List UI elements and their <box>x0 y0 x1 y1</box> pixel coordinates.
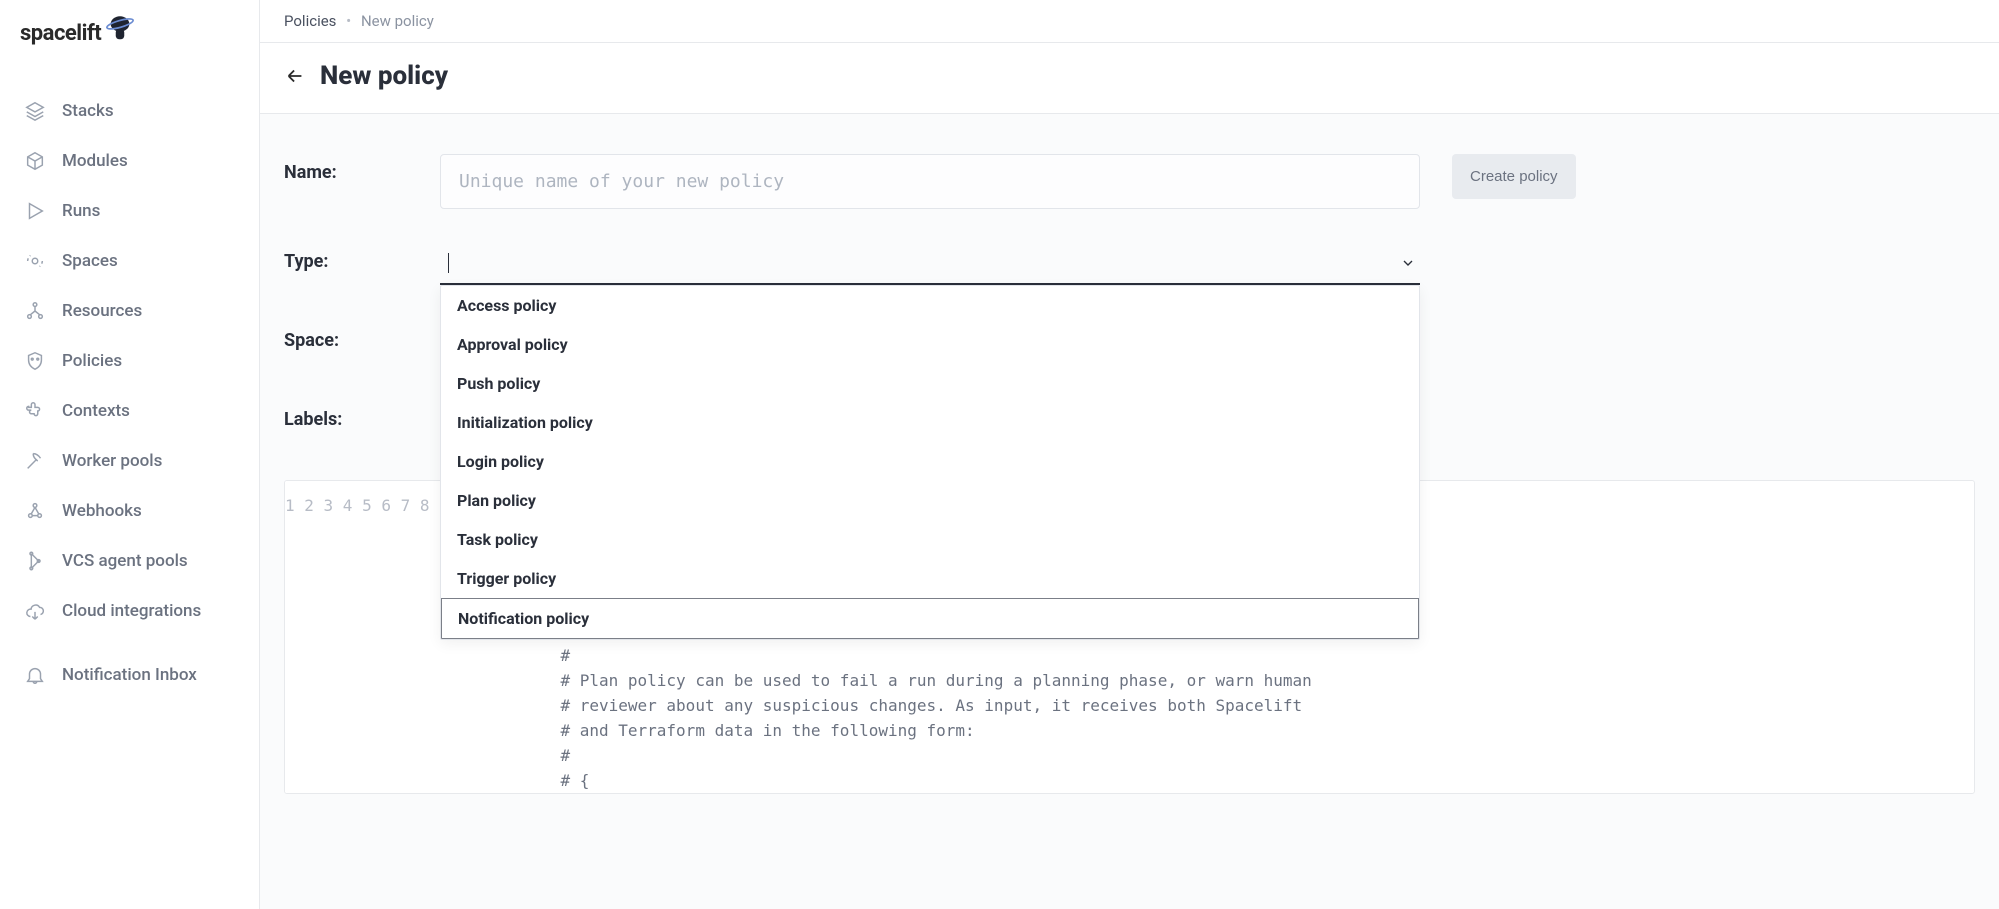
sidebar-item-label: Modules <box>62 151 128 171</box>
shield-icon <box>24 350 46 372</box>
sidebar-item-resources[interactable]: Resources <box>0 286 259 336</box>
name-input[interactable] <box>440 154 1420 209</box>
form-row-name: Name: Create policy <box>284 154 1975 209</box>
sidebar-item-label: Notification Inbox <box>62 665 197 685</box>
sidebar-item-label: VCS agent pools <box>62 551 188 571</box>
sidebar-item-label: Runs <box>62 201 100 221</box>
type-option[interactable]: Approval policy <box>441 325 1419 364</box>
sidebar-item-label: Spaces <box>62 251 118 271</box>
bell-icon <box>24 664 46 686</box>
name-label: Name: <box>284 154 440 183</box>
sidebar-item-runs[interactable]: Runs <box>0 186 259 236</box>
sidebar-item-label: Policies <box>62 351 122 371</box>
type-option[interactable]: Plan policy <box>441 481 1419 520</box>
sidebar-item-label: Worker pools <box>62 451 162 471</box>
sidebar-item-label: Cloud integrations <box>62 601 201 621</box>
sidebar-item-vcs-agent-pools[interactable]: VCS agent pools <box>0 536 259 586</box>
text-cursor <box>448 253 449 273</box>
type-option[interactable]: Task policy <box>441 520 1419 559</box>
sidebar-item-spaces[interactable]: Spaces <box>0 236 259 286</box>
space-label: Space: <box>284 322 440 351</box>
type-option[interactable]: Push policy <box>441 364 1419 403</box>
type-option[interactable]: Login policy <box>441 442 1419 481</box>
cloud-icon <box>24 600 46 622</box>
target-icon <box>24 250 46 272</box>
form-row-type: Type: Access policyApproval policyPush p… <box>284 243 1975 288</box>
logo[interactable]: spacelift <box>0 16 259 70</box>
sidebar-item-cloud-integrations[interactable]: Cloud integrations <box>0 586 259 636</box>
sidebar-item-label: Contexts <box>62 401 130 421</box>
logo-text: spacelift <box>20 21 101 46</box>
puzzle-icon <box>24 400 46 422</box>
sidebar-item-label: Webhooks <box>62 501 142 521</box>
form: Name: Create policy Type: Access policyA… <box>260 114 1999 446</box>
type-option[interactable]: Access policy <box>441 286 1419 325</box>
sidebar-item-modules[interactable]: Modules <box>0 136 259 186</box>
sidebar-item-label: Stacks <box>62 101 114 121</box>
pickaxe-icon <box>24 450 46 472</box>
layers-icon <box>24 100 46 122</box>
sidebar-item-contexts[interactable]: Contexts <box>0 386 259 436</box>
type-label: Type: <box>284 243 440 272</box>
type-select[interactable] <box>440 243 1420 285</box>
sidebar-item-label: Resources <box>62 301 142 321</box>
create-policy-button[interactable]: Create policy <box>1452 154 1576 199</box>
breadcrumb-current: New policy <box>361 12 434 30</box>
sidebar-nav: Stacks Modules Runs Spaces Resources Pol… <box>0 70 259 700</box>
sidebar-item-notification-inbox[interactable]: Notification Inbox <box>0 650 259 700</box>
sidebar-item-stacks[interactable]: Stacks <box>0 86 259 136</box>
play-icon <box>24 200 46 222</box>
sidebar: spacelift Stacks Modules Runs Spaces Res… <box>0 0 260 909</box>
box-icon <box>24 150 46 172</box>
breadcrumb-root[interactable]: Policies <box>284 12 336 30</box>
content: Name: Create policy Type: Access policyA… <box>260 114 1999 909</box>
vcs-icon <box>24 550 46 572</box>
type-dropdown: Access policyApproval policyPush policyI… <box>440 285 1420 640</box>
type-option[interactable]: Initialization policy <box>441 403 1419 442</box>
title-row: New policy <box>260 43 1999 114</box>
back-arrow-icon[interactable] <box>284 65 306 87</box>
main: Policies • New policy New policy Name: C… <box>260 0 1999 909</box>
type-option[interactable]: Trigger policy <box>441 559 1419 598</box>
chevron-down-icon <box>1400 255 1416 271</box>
breadcrumb: Policies • New policy <box>260 0 1999 43</box>
nodes-icon <box>24 300 46 322</box>
webhook-icon <box>24 500 46 522</box>
sidebar-item-worker-pools[interactable]: Worker pools <box>0 436 259 486</box>
breadcrumb-separator: • <box>340 12 357 30</box>
sidebar-item-webhooks[interactable]: Webhooks <box>0 486 259 536</box>
astronaut-icon <box>103 12 137 46</box>
labels-label: Labels: <box>284 401 440 430</box>
sidebar-item-policies[interactable]: Policies <box>0 336 259 386</box>
type-option[interactable]: Notification policy <box>441 598 1419 639</box>
page-title: New policy <box>320 61 448 91</box>
